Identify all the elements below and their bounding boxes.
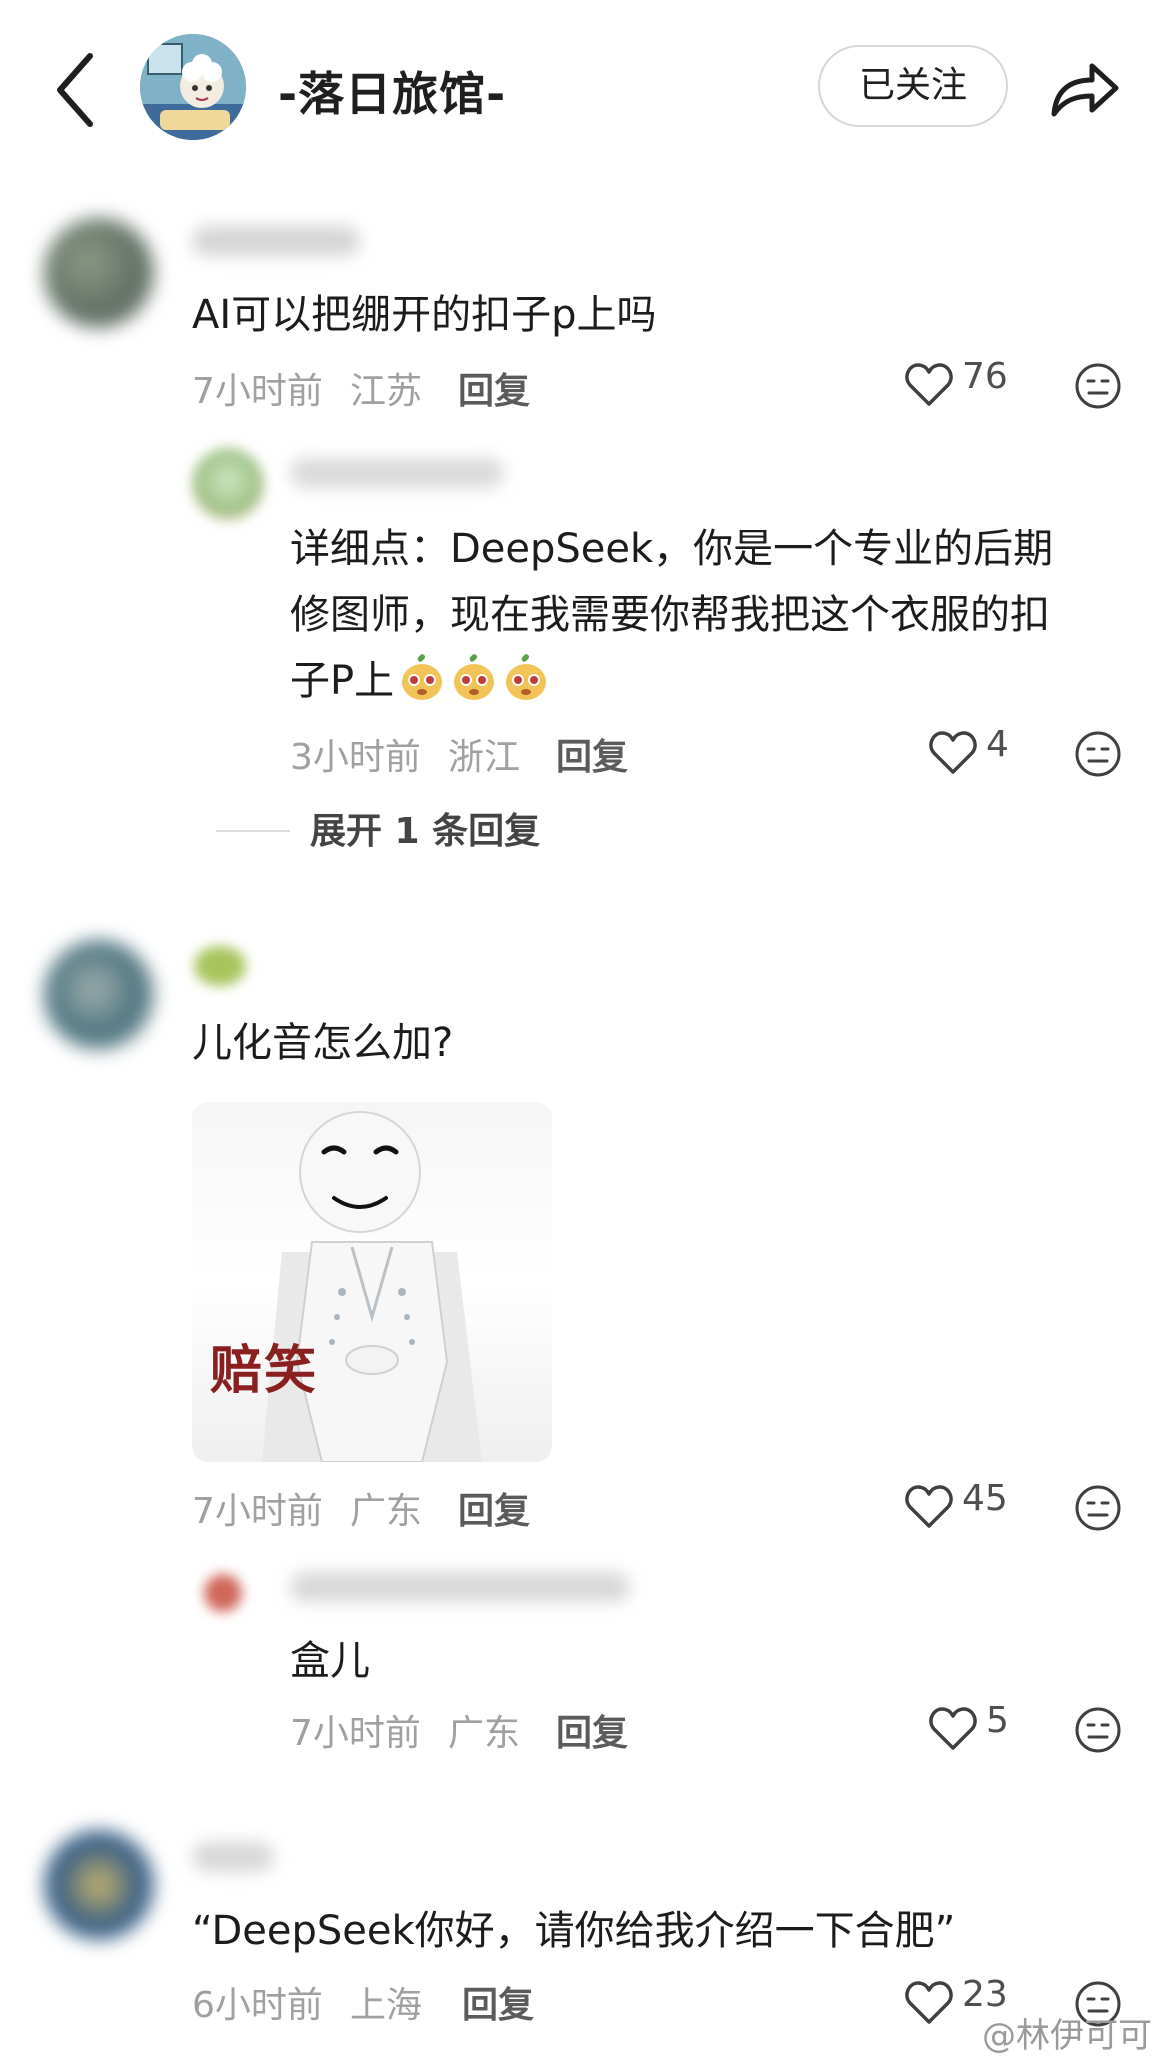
dislike-face-icon[interactable]	[1074, 1484, 1122, 1532]
commenter-avatar[interactable]	[44, 218, 154, 328]
comment-time: 6小时前	[192, 1985, 323, 2026]
comment-time: 7小时前	[192, 371, 323, 412]
reply-location: 广东	[448, 1713, 521, 1754]
weibo-watermark: @林伊可可	[982, 2016, 1152, 2056]
follow-button[interactable]: 已关注	[818, 45, 1008, 127]
reply-text-fragment: 子P上	[290, 658, 395, 704]
reply-button[interactable]: 回复	[556, 1704, 628, 1756]
reply-avatar[interactable]	[204, 1574, 242, 1612]
expand-replies-button[interactable]: 展开 1 条回复	[310, 802, 540, 854]
reply-time: 7小时前	[290, 1713, 421, 1754]
share-arrow-icon[interactable]	[1048, 56, 1120, 120]
reply-text-line: 详细点：DeepSeek，你是一个专业的后期	[290, 526, 1054, 572]
like-count: 5	[986, 1700, 1009, 1741]
mascot-emoji-icon	[506, 654, 547, 700]
commenter-name-blurred	[192, 226, 360, 256]
like-heart-icon[interactable]	[928, 730, 978, 776]
reply-text: 盒儿	[290, 1638, 370, 1684]
commenter-name-blurred	[194, 946, 246, 986]
reply-button[interactable]: 回复	[458, 1482, 530, 1534]
like-count: 76	[962, 356, 1008, 397]
reply-time: 3小时前	[290, 737, 421, 778]
like-count: 4	[986, 724, 1009, 765]
like-heart-icon[interactable]	[904, 362, 954, 408]
author-avatar[interactable]	[140, 34, 246, 140]
reply-button[interactable]: 回复	[462, 1976, 534, 2028]
commenter-name-blurred	[192, 1842, 274, 1872]
comment-location: 江苏	[350, 371, 423, 412]
mascot-emoji-icon	[454, 654, 495, 700]
like-heart-icon[interactable]	[928, 1706, 978, 1752]
sticker-image[interactable]: 赔笑	[192, 1102, 552, 1462]
comment-location: 上海	[350, 1985, 423, 2026]
comment-time: 7小时前	[192, 1491, 323, 1532]
reply-text-line-with-emoji: 子P上	[290, 648, 550, 714]
dislike-face-icon[interactable]	[1074, 730, 1122, 778]
commenter-avatar[interactable]	[44, 940, 154, 1050]
reply-button[interactable]: 回复	[556, 728, 628, 780]
comment-text: “DeepSeek你好，请你给我介绍一下合肥”	[192, 1908, 956, 1954]
like-heart-icon[interactable]	[904, 1484, 954, 1530]
comment-text: 儿化音怎么加?	[192, 1020, 454, 1066]
reply-button[interactable]: 回复	[458, 362, 530, 414]
reply-name-blurred	[290, 458, 504, 488]
like-count: 45	[962, 1478, 1008, 1519]
reply-name-blurred	[290, 1572, 630, 1602]
comment-location: 广东	[350, 1491, 423, 1532]
dislike-face-icon[interactable]	[1074, 1706, 1122, 1754]
reply-text-line: 修图师，现在我需要你帮我把这个衣服的扣	[290, 592, 1050, 638]
reply-location: 浙江	[448, 737, 521, 778]
expand-divider	[216, 830, 290, 832]
like-heart-icon[interactable]	[904, 1980, 954, 2026]
commenter-avatar[interactable]	[44, 1830, 154, 1940]
reply-avatar[interactable]	[192, 448, 264, 520]
mascot-emoji-icon	[402, 654, 443, 700]
author-name: -落日旅馆-	[278, 67, 507, 121]
dislike-face-icon[interactable]	[1074, 362, 1122, 410]
comment-text: AI可以把绷开的扣子p上吗	[192, 292, 657, 338]
back-chevron-icon[interactable]	[52, 50, 98, 130]
sticker-caption: 赔笑	[210, 1341, 319, 1401]
